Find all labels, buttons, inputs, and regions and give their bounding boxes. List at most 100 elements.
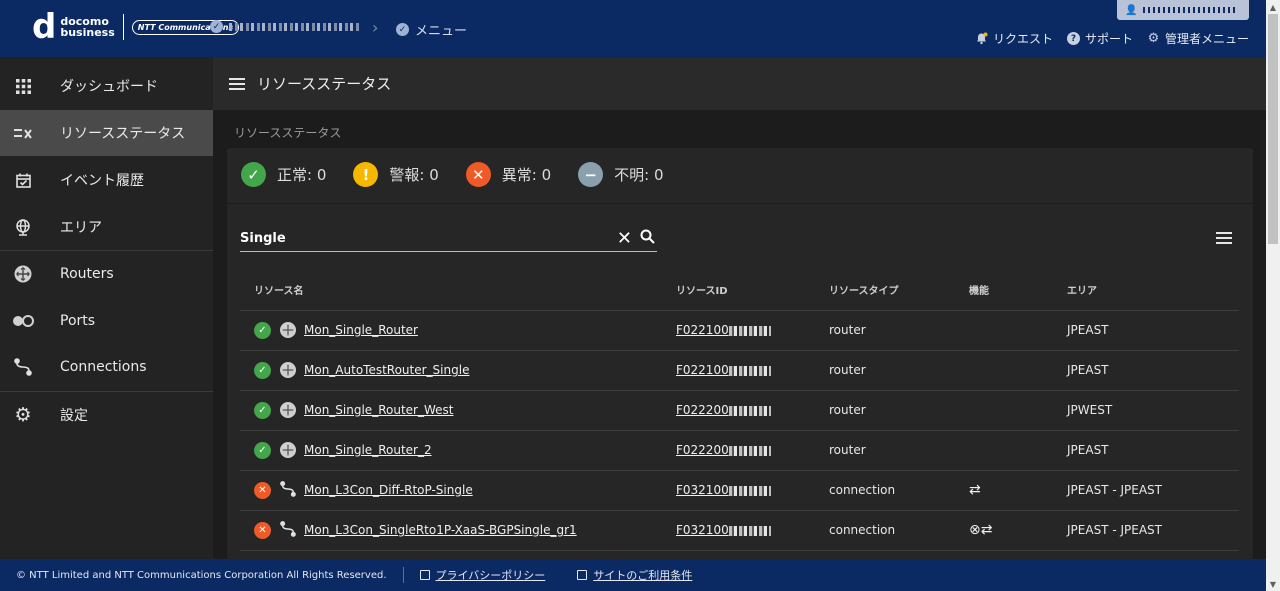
unknown-circle-icon: − [578,162,604,187]
resource-name-link[interactable]: Mon_L3Con_Diff-RtoP-Single [304,483,473,497]
sidebar-item-dashboard[interactable]: ダッシュボード [0,63,213,109]
column-header-name[interactable]: リソース名 [240,270,676,311]
status-divider [227,203,1253,204]
sidebar-item-routers[interactable]: Routers [0,251,213,297]
resource-id-link[interactable]: F022100 [676,363,771,377]
sidebar-item-label: Routers [60,266,114,282]
table-row[interactable]: ✓ Mon_Single_Router_2 F022200 router JPE… [240,430,1239,471]
logo-divider [122,14,124,40]
breadcrumb-account[interactable]: ✓ [210,20,359,33]
resource-id-link[interactable]: F022200 [676,443,771,457]
status-ok-label: 正常: 0 [277,166,327,184]
user-account-box[interactable]: 👤 [1117,0,1249,20]
sidebar-item-ports[interactable]: Ports [0,298,213,344]
search-field: ✕ [240,225,657,252]
sidebar-item-event-history[interactable]: イベント履歴 [0,157,213,203]
resource-type: router [829,390,969,431]
resource-id-link[interactable]: F022100 [676,323,771,337]
external-link-icon [419,570,430,580]
check-circle-icon: ✓ [254,401,271,419]
sidebar-item-resource-status[interactable]: リソースステータス [0,110,213,156]
resource-type: connection [829,470,969,511]
status-warning-label: 警報: 0 [389,166,439,184]
table-row[interactable]: ✓ Mon_Single_Router F022100 router JPEAS… [240,310,1239,351]
hamburger-menu-icon[interactable] [229,75,245,93]
resource-name-link[interactable]: Mon_L3Con_SingleRto1P-XaaS-BGPSingle_gr1 [304,523,577,537]
bell-icon [975,32,988,45]
sidebar-item-connections[interactable]: Connections [0,344,213,390]
resource-type: connection [829,510,969,551]
sidebar-item-label: 設定 [60,408,88,424]
resource-name-link[interactable]: Mon_Single_Router [304,323,418,337]
error-circle-icon: ✕ [465,162,491,187]
sidebar-item-label: リソースステータス [60,126,186,142]
page-scrollbar[interactable]: ▲ ▼ [1266,0,1280,591]
table-row[interactable]: ✓ Mon_Single_Router_West F022200 router … [240,390,1239,431]
resource-area: JPEAST - JPEAST [1067,510,1239,551]
admin-menu-link-label: 管理者メニュー [1164,32,1249,46]
resource-id-link[interactable]: F032100 [676,523,771,537]
user-name [1143,7,1239,13]
header-links: リクエスト ? サポート ⚙ 管理者メニュー [961,30,1249,47]
connection-icon [280,520,296,540]
redacted-id [728,365,771,376]
table-row[interactable]: ✕ Mon_L3Con_SingleRto1P-XaaS-BGPSingle_g… [240,510,1239,551]
connection-icon [0,358,60,376]
status-error[interactable]: ✕ 異常: 0 [465,162,551,187]
privacy-policy-link[interactable]: プライバシーポリシー [402,567,545,583]
grid-icon [0,78,60,94]
resource-area: JPWEST [1067,390,1239,431]
resource-id-link[interactable]: F032100 [676,483,771,497]
resource-id-link[interactable]: F022200 [676,403,771,417]
support-link-label: サポート [1084,32,1133,46]
breadcrumb: リソースステータス [234,126,342,140]
resource-area: JPEAST [1067,350,1239,391]
column-header-id[interactable]: リソースID [676,270,829,311]
scroll-up-arrow-icon[interactable]: ▲ [1266,0,1280,14]
redacted-id [728,405,771,416]
resource-area: JPEAST - JPEAST [1067,470,1239,511]
table-row[interactable]: ✓ Mon_AutoTestRouter_Single F022100 rout… [240,350,1239,391]
check-circle-icon: ✓ [254,361,271,379]
function-icon[interactable]: ⊗⇄ [969,522,992,538]
search-input[interactable] [240,230,617,246]
column-menu-icon[interactable] [1216,232,1232,247]
column-header-function[interactable]: 機能 [969,270,1067,311]
breadcrumb-menu[interactable]: ✓ メニュー [396,20,467,39]
redacted-id [728,485,771,496]
function-icon[interactable]: ⇄ [969,482,981,498]
breadcrumb-account-label [229,22,359,31]
sidebar-item-settings[interactable]: ⚙ 設定 [0,392,213,438]
gear-icon: ⚙ [14,404,32,426]
check-circle-icon: ✓ [254,441,271,459]
router-icon [280,322,296,338]
resource-name-link[interactable]: Mon_Single_Router_2 [304,443,432,457]
connection-icon [280,480,296,500]
logo-line2: business [60,26,115,39]
column-header-type[interactable]: リソースタイプ [829,270,969,311]
admin-menu-link[interactable]: ⚙ 管理者メニュー [1147,30,1249,47]
table-row[interactable]: ✕ Mon_L3Con_Diff-RtoP-Single F032100 con… [240,470,1239,511]
help-icon: ? [1066,32,1080,45]
status-warning[interactable]: ! 警報: 0 [353,162,439,187]
resource-name-link[interactable]: Mon_AutoTestRouter_Single [304,363,469,377]
sidebar-item-area[interactable]: エリア [0,204,213,250]
column-header-area[interactable]: エリア [1067,270,1239,311]
status-unknown[interactable]: − 不明: 0 [578,162,664,187]
breadcrumb-menu-label: メニュー [415,24,468,39]
search-icon[interactable] [640,229,655,248]
support-link[interactable]: ? サポート [1066,30,1133,47]
scrollbar-thumb[interactable] [1268,14,1278,244]
status-ok[interactable]: ✓ 正常: 0 [241,162,326,187]
clear-icon[interactable]: ✕ [617,228,632,249]
resource-name-link[interactable]: Mon_Single_Router_West [304,403,453,417]
sidebar: ダッシュボード リソースステータス イベント履歴 エリア Routers Por… [0,57,213,559]
resource-type: router [829,310,969,351]
docomo-business-logo[interactable]: d docomo business NTT Communications [32,10,240,44]
status-unknown-label: 不明: 0 [614,166,664,184]
terms-link[interactable]: サイトのご利用条件 [577,567,692,583]
scroll-down-arrow-icon[interactable]: ▼ [1266,577,1280,591]
footer: © NTT Limited and NTT Communications Cor… [0,559,1266,591]
check-circle-icon: ✓ [396,23,409,36]
request-link[interactable]: リクエスト [975,30,1053,47]
